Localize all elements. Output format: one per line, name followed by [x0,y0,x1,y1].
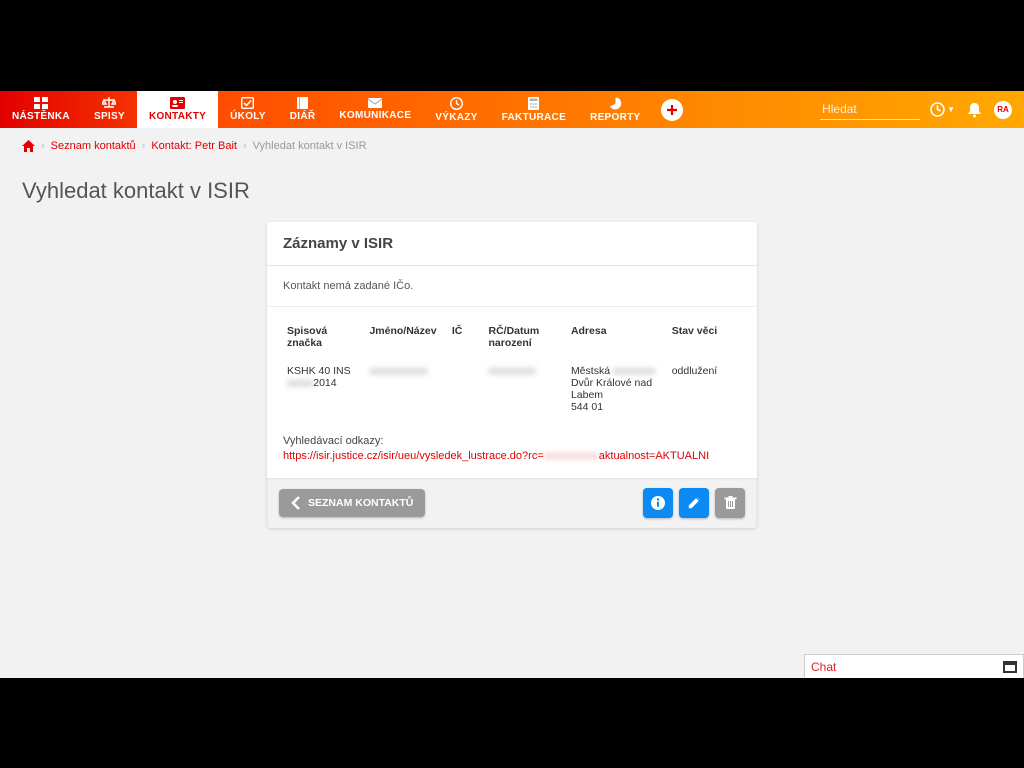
back-label: SEZNAM KONTAKTŮ [308,497,413,509]
card-header: Záznamy v ISIR [267,222,757,266]
nav-label: ÚKOLY [230,111,266,122]
nav-label: KOMUNIKACE [339,110,411,121]
dashboard-icon [34,97,48,109]
col-rc-datum: RČ/Datum narození [485,321,567,359]
col-adresa: Adresa [567,321,668,359]
back-to-contacts-button[interactable]: SEZNAM KONTAKTŮ [279,489,425,517]
cell-adresa: Městská xxxxxxxx Dvůr Králové nad Labem … [567,359,668,419]
chat-label: Chat [811,660,1003,674]
nav-label: KONTAKTY [149,111,206,122]
table-row: KSHK 40 INS xxxxx2014 xxxxxxxxxxx xxxxxx… [283,359,741,419]
page-title: Vyhledat kontakt v ISIR [0,164,1024,222]
breadcrumb: › Seznam kontaktů › Kontakt: Petr Bait ›… [0,128,1024,164]
chevron-left-icon [291,496,300,510]
nav-komunikace[interactable]: KOMUNIKACE [327,91,423,128]
trash-icon [724,496,737,510]
nav-label: SPISY [94,111,125,122]
card-note: Kontakt nemá zadané IČo. [267,266,757,307]
nav-diar[interactable]: DIÁŘ [278,91,328,128]
add-button[interactable] [661,99,683,121]
contact-card-icon [170,97,185,109]
calculator-icon [528,97,539,110]
nav-label: DIÁŘ [290,111,316,122]
user-avatar[interactable]: RA [994,101,1012,119]
card-footer: SEZNAM KONTAKTŮ [267,478,757,528]
chat-widget[interactable]: Chat [804,654,1024,678]
cell-stav: oddlužení [668,359,741,419]
breadcrumb-link[interactable]: Kontakt: Petr Bait [151,140,237,152]
nav-spisy[interactable]: SPISY [82,91,137,128]
nav-fakturace[interactable]: FAKTURACE [490,91,578,128]
links-label: Vyhledávací odkazy: [283,435,741,447]
breadcrumb-current: Vyhledat kontakt v ISIR [253,140,367,152]
pie-chart-icon [609,97,622,110]
col-jmeno-nazev: Jméno/Název [365,321,447,359]
col-ic: IČ [448,321,485,359]
scales-icon [102,97,116,109]
nav-ukoly[interactable]: ÚKOLY [218,91,278,128]
window-icon [1003,661,1017,673]
nav-label: NÁSTĚNKA [12,111,70,122]
mail-icon [368,98,382,108]
nav-dashboard[interactable]: NÁSTĚNKA [0,91,82,128]
book-icon [297,97,308,109]
results-table: Spisová značka Jméno/Název IČ RČ/Datum n… [283,321,741,419]
check-square-icon [241,97,254,109]
cell-ic [448,359,485,419]
nav-label: VÝKAZY [435,112,477,123]
nav-reporty[interactable]: REPORTY [578,91,652,128]
cell-spisova-znacka: KSHK 40 INS xxxxx2014 [283,359,365,419]
info-button[interactable] [643,488,673,518]
clock-icon [450,97,463,110]
delete-button[interactable] [715,488,745,518]
col-spisova-znacka: Spisová značka [283,321,365,359]
nav-vykazy[interactable]: VÝKAZY [423,91,489,128]
cell-jmeno: xxxxxxxxxxx [365,359,447,419]
top-navbar: NÁSTĚNKA SPISY KONTAKTY ÚKOLY [0,91,1024,128]
search-input[interactable] [820,99,920,120]
notifications-icon[interactable] [967,102,982,118]
nav-label: FAKTURACE [502,112,566,123]
nav-kontakty[interactable]: KONTAKTY [137,91,218,128]
chevron-down-icon: ▼ [947,105,955,114]
col-stav-veci: Stav věci [668,321,741,359]
clock-dropdown[interactable]: ▼ [930,102,955,117]
nav-label: REPORTY [590,112,640,123]
lustrace-link[interactable]: https://isir.justice.cz/isir/ueu/vyslede… [283,450,741,462]
breadcrumb-link[interactable]: Seznam kontaktů [51,140,136,152]
isir-card: Záznamy v ISIR Kontakt nemá zadané IČo. … [267,222,757,528]
pencil-icon [687,496,701,510]
edit-button[interactable] [679,488,709,518]
info-icon [651,496,665,510]
cell-rc: xxxxxxxxx [485,359,567,419]
home-icon[interactable] [22,140,35,152]
search-box [820,99,920,120]
